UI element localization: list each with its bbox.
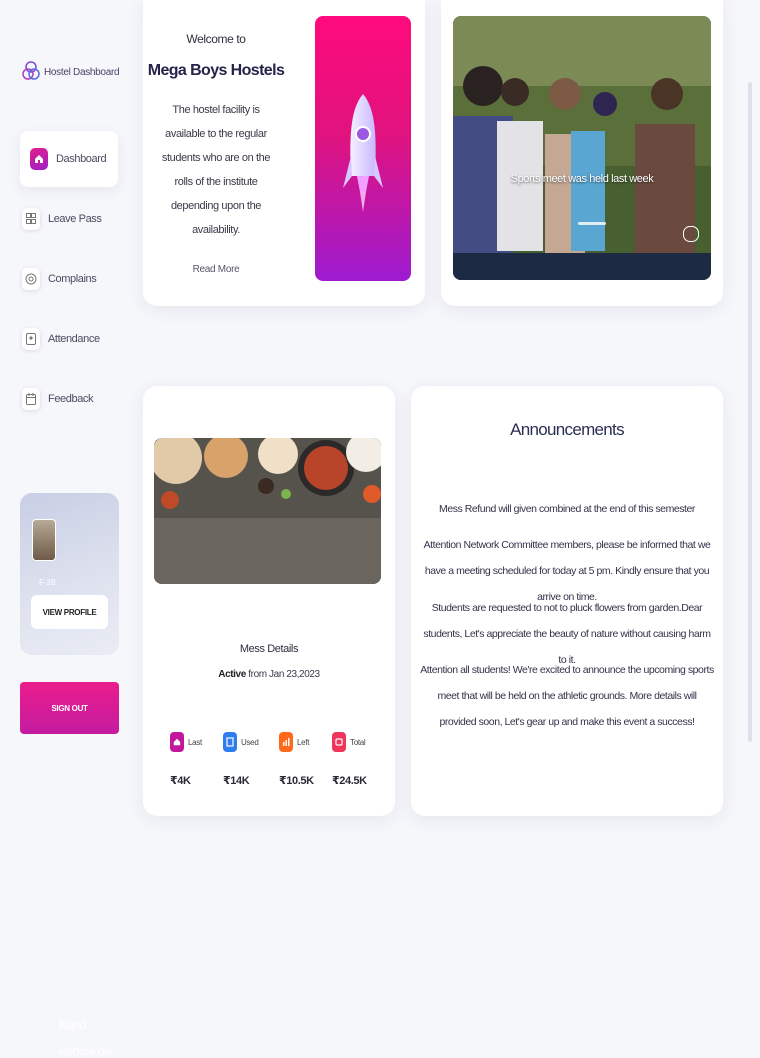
- sidebar-item-label: Attendance: [48, 333, 100, 345]
- food-photo: [154, 438, 381, 584]
- brand-logo-icon: [22, 60, 40, 85]
- sidebar-item-attendance[interactable]: Attendance: [22, 328, 100, 350]
- stat-label: Used: [241, 737, 259, 747]
- avatar: [32, 519, 56, 561]
- stat-value: ₹14K: [223, 775, 250, 787]
- stat-last: Last ₹4K: [170, 732, 224, 787]
- stat-label: Last: [188, 737, 202, 747]
- stat-total: Total ₹24.5K: [332, 732, 386, 787]
- sidebar-item-label: Feedback: [48, 393, 94, 405]
- stat-label: Left: [297, 737, 310, 747]
- sidebar-item-dashboard[interactable]: Dashboard: [20, 131, 118, 187]
- event-photo: [453, 16, 711, 280]
- sidebar-item-label: Dashboard: [56, 153, 107, 165]
- wallet-icon: [332, 732, 346, 752]
- photo-caption: Sports meet was held last week: [510, 173, 654, 185]
- grid-icon: [22, 208, 40, 230]
- sign-out-button[interactable]: SIGN OUT: [20, 682, 119, 734]
- brand[interactable]: Hostel Dashboard: [22, 60, 120, 85]
- announcement-item: Mess Refund will given combined at the e…: [439, 503, 695, 515]
- sidebar-item-leave-pass[interactable]: Leave Pass: [22, 208, 102, 230]
- sidebar-item-complains[interactable]: Complains: [22, 268, 97, 290]
- profile-last-name: kishore ola: [59, 1044, 113, 1058]
- stat-value: ₹24.5K: [332, 775, 367, 787]
- chart-icon: [279, 732, 293, 752]
- stat-left: Left ₹10.5K: [279, 732, 333, 787]
- stat-label: Total: [350, 737, 366, 747]
- sidebar-item-feedback[interactable]: Feedback: [22, 388, 94, 410]
- mess-status-word: Active: [218, 669, 246, 680]
- read-more-link[interactable]: Read More: [143, 264, 289, 275]
- home-icon: [30, 148, 48, 170]
- rocket-illustration: [315, 16, 411, 281]
- carousel-indicator[interactable]: [578, 222, 606, 225]
- profile-card: Nand kishore ola: [20, 493, 119, 1058]
- sidebar-item-label: Leave Pass: [48, 213, 102, 225]
- mess-status: Active from Jan 23,2023: [143, 669, 395, 680]
- target-icon: [22, 268, 40, 290]
- welcome-title: Mega Boys Hostels: [147, 62, 285, 79]
- announcement-item: Attention all students! We're excited to…: [420, 664, 714, 728]
- mess-status-date: from Jan 23,2023: [248, 669, 320, 680]
- profile-first-name: Nand: [59, 1018, 87, 1032]
- calendar-icon: [22, 388, 40, 410]
- welcome-greeting: Welcome to: [186, 32, 246, 46]
- sidebar-item-label: Complains: [48, 273, 97, 285]
- info-icon[interactable]: [683, 226, 699, 242]
- stat-value: ₹4K: [170, 775, 191, 787]
- stat-used: Used ₹14K: [223, 732, 277, 787]
- mess-details-title: Mess Details: [239, 643, 299, 655]
- document-icon: [223, 732, 237, 752]
- scrollbar[interactable]: [748, 82, 752, 742]
- profile-room: F-28: [39, 578, 56, 587]
- id-card-icon: [22, 328, 40, 350]
- rocket-icon: [343, 94, 383, 212]
- view-profile-button[interactable]: VIEW PROFILE: [31, 595, 108, 629]
- welcome-description: The hostel facility is available to the …: [161, 104, 271, 236]
- home-icon: [170, 732, 184, 752]
- stat-value: ₹10.5K: [279, 775, 314, 787]
- announcements-title: Announcements: [510, 420, 624, 439]
- brand-name: Hostel Dashboard: [44, 67, 120, 78]
